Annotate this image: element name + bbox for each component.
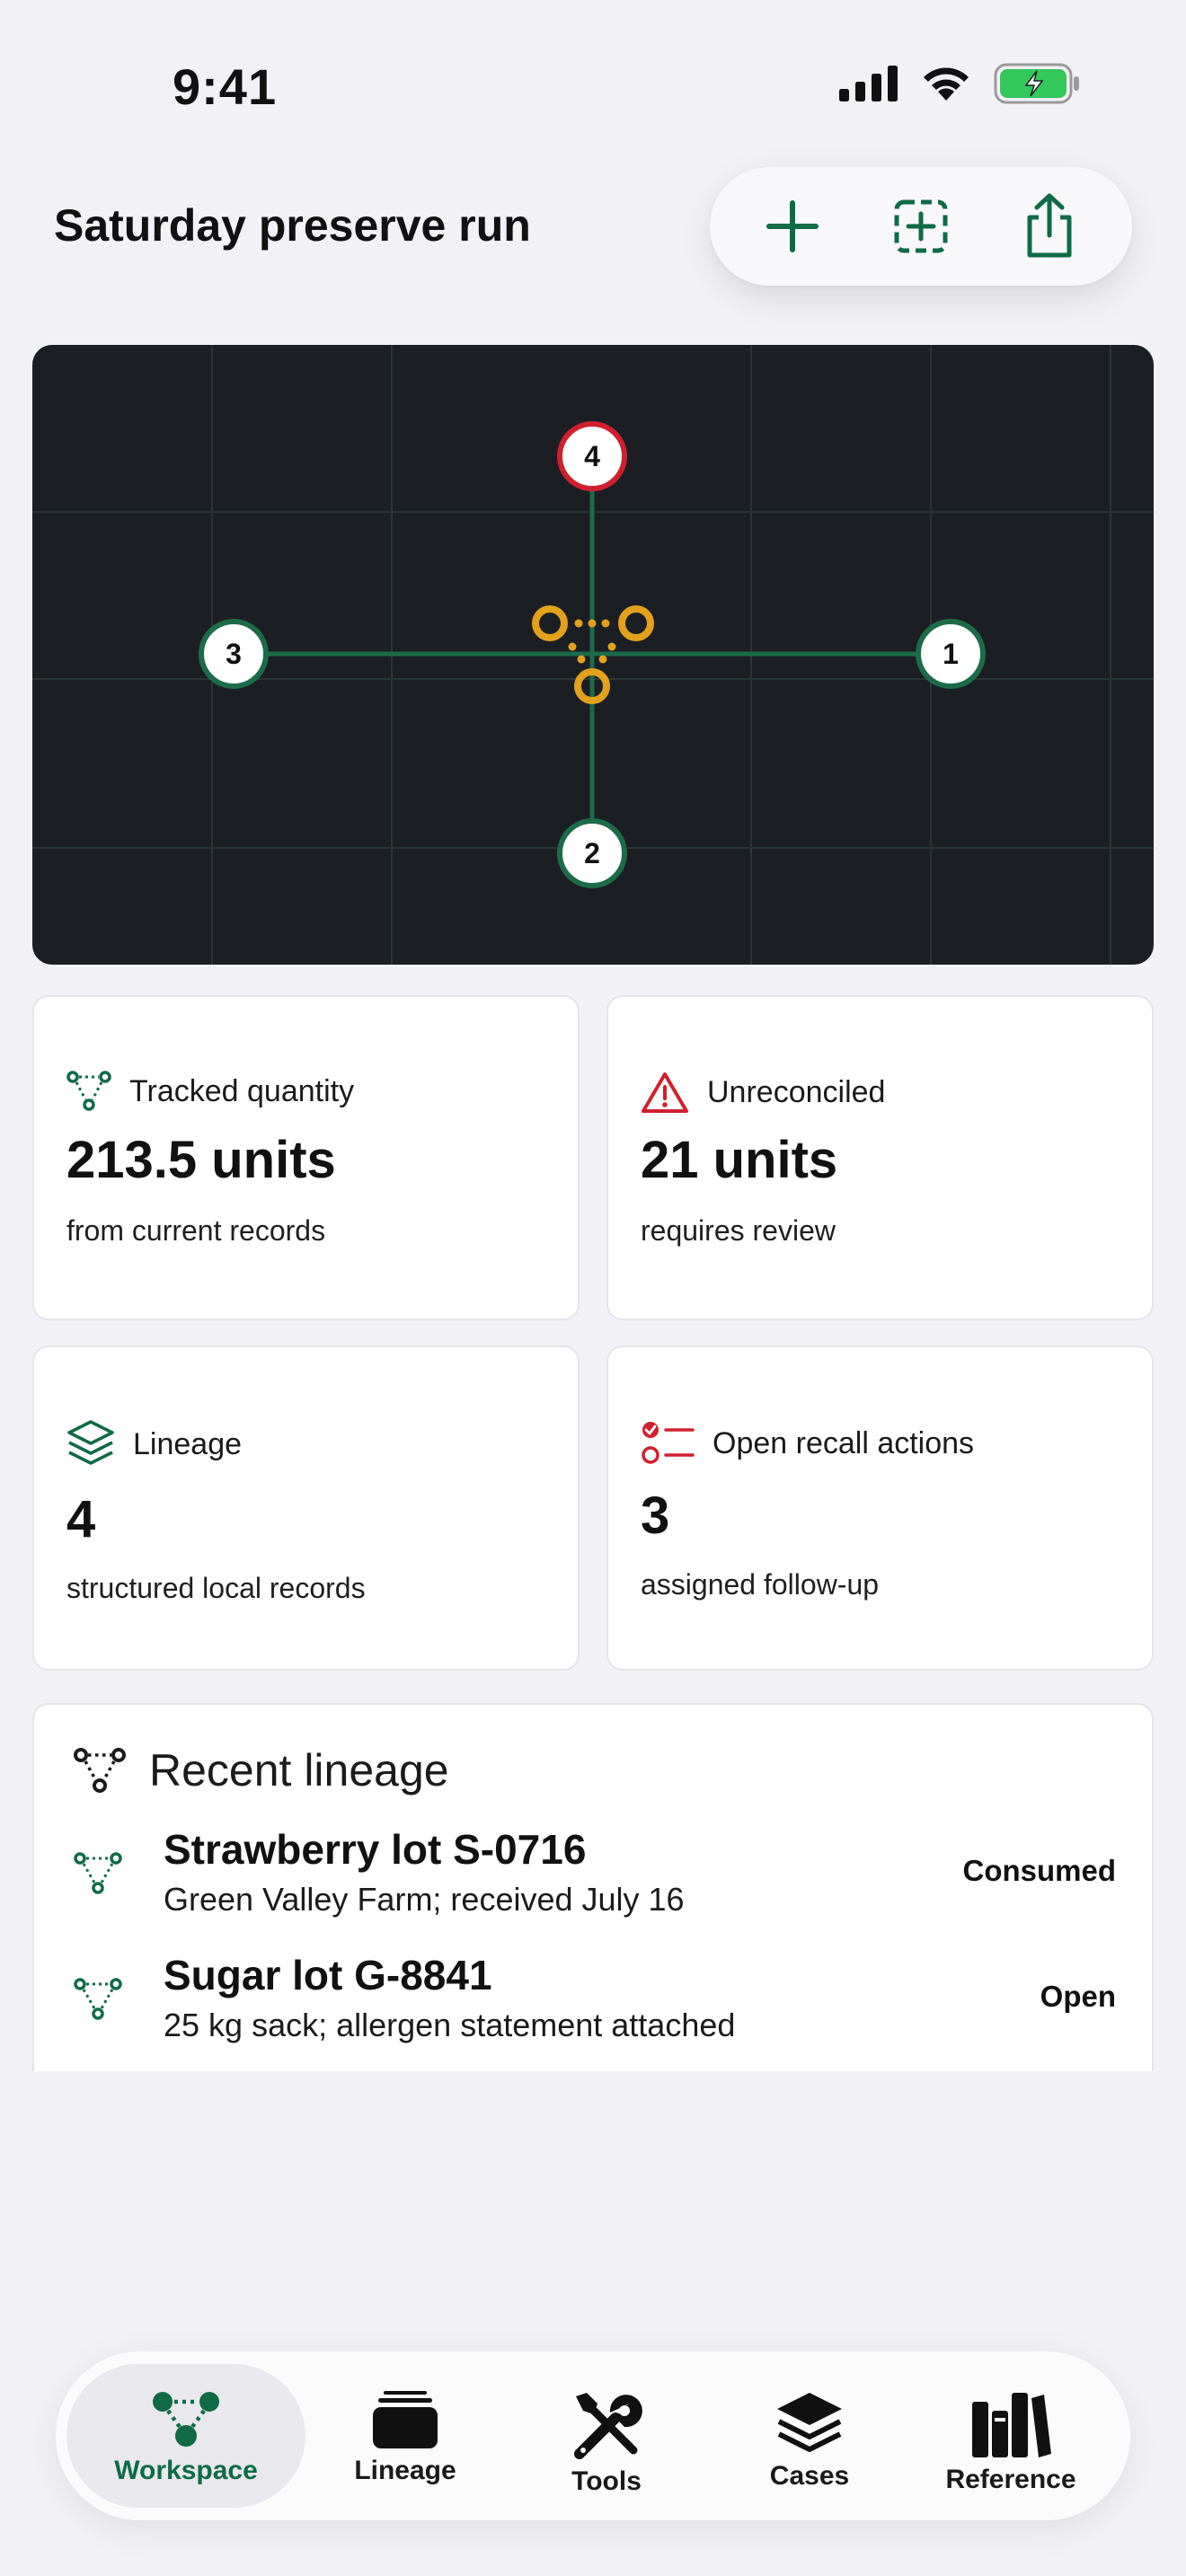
status-icons [839, 63, 1080, 104]
wifi-icon [924, 67, 969, 101]
list-item[interactable]: Sugar lot G-8841 25 kg sack; allergen st… [74, 1951, 1116, 2059]
tab-tools[interactable]: Tools [505, 2364, 708, 2508]
lineage-icon [74, 1852, 122, 1894]
tab-label: Workspace [114, 2456, 258, 2485]
metric-label: Lineage [133, 1426, 243, 1461]
metric-value: 213.5 units [66, 1131, 336, 1189]
tab-cases[interactable]: Cases [708, 2364, 911, 2508]
plus-icon [766, 200, 819, 252]
map-node-3[interactable]: 3 [199, 619, 269, 689]
workspace-icon [153, 2392, 219, 2447]
lineage-map[interactable]: 4 3 1 2 [32, 345, 1154, 965]
tab-label: Tools [571, 2466, 642, 2496]
battery-icon [994, 63, 1079, 104]
tray-icon [373, 2391, 438, 2448]
metric-sub: from current records [66, 1214, 326, 1247]
tab-label: Lineage [354, 2456, 456, 2485]
map-node-label: 4 [584, 440, 600, 472]
warning-icon [642, 1072, 688, 1113]
metric-sub: assigned follow-up [641, 1568, 880, 1601]
metric-value: 21 units [641, 1131, 838, 1189]
layers-icon [67, 1420, 114, 1465]
status-time: 9:41 [173, 58, 278, 115]
share-icon [1027, 193, 1072, 258]
list-item-subtitle: Green Valley Farm; received July 16 [164, 1881, 685, 1918]
list-item[interactable]: Strawberry lot S-0716 Green Valley Farm;… [74, 1825, 1116, 1933]
add-square-icon [894, 199, 948, 253]
metric-sub: structured local records [66, 1572, 366, 1604]
list-item-subtitle: 25 kg sack; allergen statement attached [164, 2007, 736, 2043]
map-node-2[interactable]: 2 [557, 818, 627, 888]
recent-lineage-section: Recent lineage Strawberry lot S-0716 Gre… [32, 1703, 1154, 2071]
metric-label: Unreconciled [707, 1074, 886, 1109]
metric-value: 4 [66, 1490, 96, 1548]
map-node-label: 3 [226, 638, 242, 670]
add-button[interactable] [748, 181, 837, 271]
metric-card-open-recall-actions[interactable]: Open recall actions 3 assigned follow-up [606, 1345, 1154, 1671]
metric-label: Tracked quantity [129, 1073, 355, 1108]
share-button[interactable] [1005, 181, 1094, 271]
map-node-label: 2 [584, 837, 600, 869]
map-node-4[interactable]: 4 [557, 421, 627, 491]
status-badge: Consumed [962, 1854, 1116, 1887]
books-icon [972, 2393, 1051, 2457]
lineage-icon [66, 1071, 111, 1111]
metric-card-lineage[interactable]: Lineage 4 structured local records [32, 1345, 580, 1671]
section-title: Recent lineage [149, 1745, 449, 1795]
metric-card-tracked-quantity[interactable]: Tracked quantity 213.5 units from curren… [32, 995, 580, 1320]
tab-label: Reference [945, 2465, 1076, 2494]
header-toolbar [710, 167, 1132, 286]
tab-bar: Workspace Lineage Tools Cases Reference [56, 2351, 1130, 2520]
lineage-icon [74, 1978, 122, 2020]
checklist-icon [642, 1422, 695, 1464]
list-item-title: Strawberry lot S-0716 [164, 1826, 587, 1873]
map-node-label: 1 [943, 638, 959, 670]
list-item-title: Sugar lot G-8841 [164, 1952, 492, 1998]
tab-lineage[interactable]: Lineage [304, 2364, 507, 2508]
tab-label: Cases [769, 2461, 850, 2491]
new-item-button[interactable] [876, 181, 966, 271]
metric-label: Open recall actions [712, 1425, 975, 1460]
signal-icon [839, 66, 898, 101]
metric-card-unreconciled[interactable]: Unreconciled 21 units requires review [606, 995, 1154, 1320]
map-canvas: 4 3 1 2 [32, 345, 1154, 965]
tab-reference[interactable]: Reference [909, 2364, 1112, 2508]
tools-icon [574, 2393, 642, 2459]
metric-sub: requires review [641, 1214, 836, 1247]
status-badge: Open [1040, 1980, 1116, 2013]
map-node-1[interactable]: 1 [916, 619, 986, 689]
tab-workspace[interactable]: Workspace [66, 2364, 305, 2508]
stack-icon [777, 2393, 842, 2452]
metric-value: 3 [641, 1486, 670, 1545]
page-title: Saturday preserve run [54, 200, 531, 251]
map-edges [234, 456, 951, 853]
lineage-icon [74, 1748, 126, 1793]
status-bar: 9:41 [0, 0, 1186, 171]
